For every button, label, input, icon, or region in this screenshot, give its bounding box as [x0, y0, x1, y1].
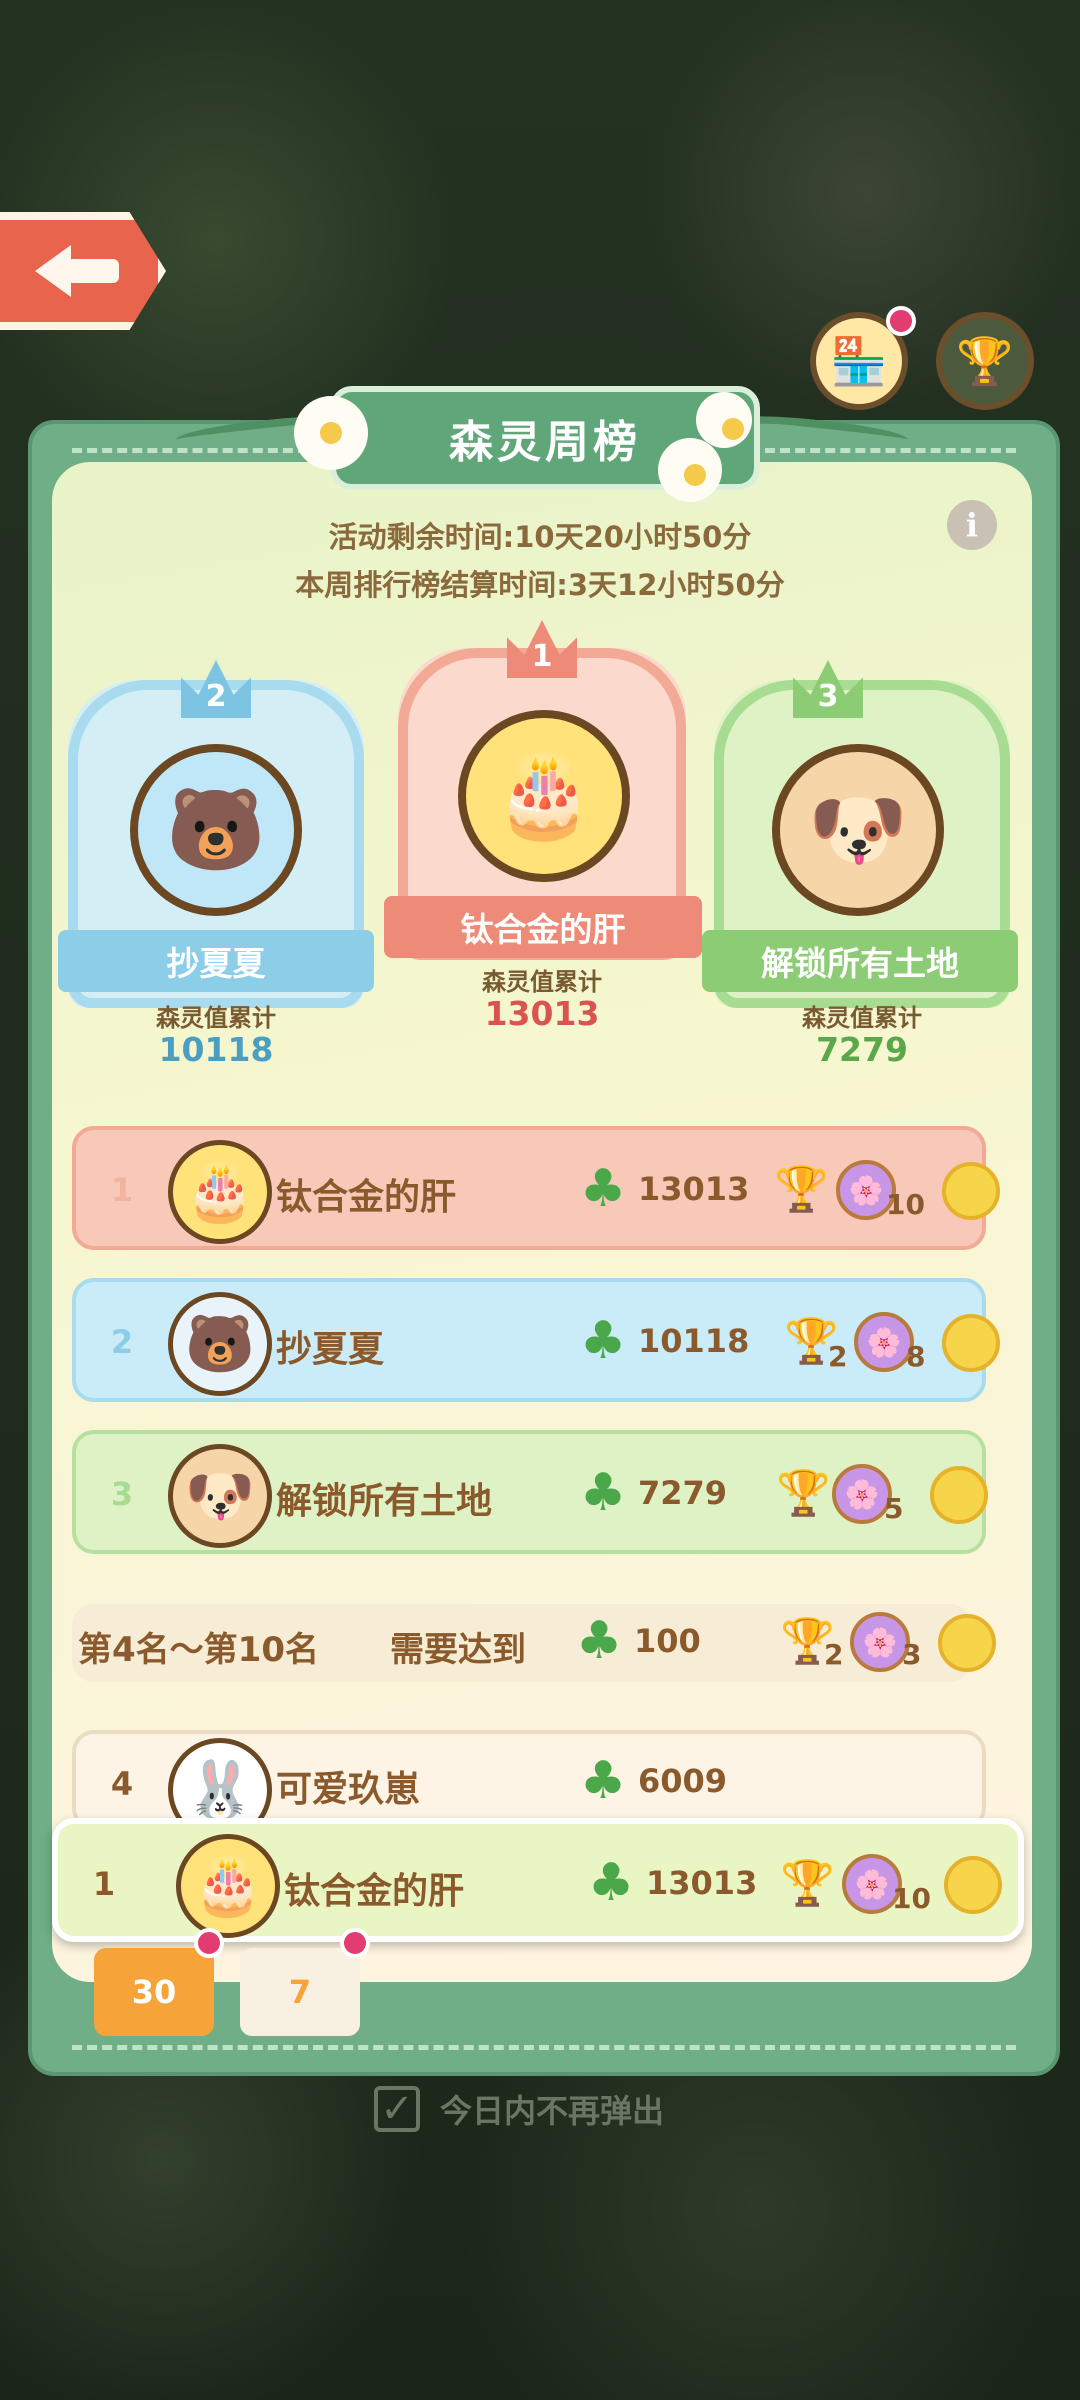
my-rank-row[interactable]: 1 🎂 钛合金的肝 ♣ 13013 🏆 🌸 10	[52, 1818, 1024, 1942]
score-first: 13013	[484, 994, 600, 1033]
notification-dot	[340, 1928, 370, 1958]
flower-icon	[702, 398, 746, 442]
flower-icon	[300, 402, 362, 464]
basket-count: 3	[902, 1638, 922, 1671]
calendar-icon: 30	[131, 1973, 177, 2011]
rank-number: 2	[110, 1323, 134, 1361]
rank-row-1[interactable]: 1 🎂 钛合金的肝 ♣ 13013 🏆 🌸 10	[72, 1126, 1000, 1250]
player-score: 13013	[638, 1170, 750, 1208]
settlement-time: 本周排行榜结算时间:3天12小时50分	[295, 568, 785, 602]
basket-count: 10	[892, 1882, 931, 1915]
player-score: 13013	[646, 1864, 758, 1902]
clover-icon: ♣	[587, 1853, 635, 1913]
score-third: 7279	[816, 1030, 908, 1069]
cup-count: 2	[824, 1638, 844, 1671]
basket-count: 8	[906, 1340, 926, 1373]
coin-icon	[942, 1162, 1000, 1220]
name-ribbon-second: 抄夏夏	[58, 930, 374, 992]
clover-icon: ♣	[579, 1751, 627, 1811]
checkbox-icon[interactable]: ✓	[374, 2086, 420, 2132]
avatar: 🐻	[168, 1292, 272, 1396]
avatar: 🎂	[176, 1834, 280, 1938]
back-arrow-icon	[35, 241, 123, 301]
cup-icon: 🏆	[780, 1858, 835, 1909]
avatar-first: 🎂	[458, 710, 630, 882]
tab-monthly[interactable]: 30	[94, 1948, 214, 2036]
tier-range: 第4名～第10名	[78, 1630, 319, 1670]
tab-weekly[interactable]: 7	[240, 1948, 360, 2036]
rank-number: 1	[92, 1865, 116, 1903]
clover-icon: ♣	[579, 1463, 627, 1523]
player-score: 6009	[638, 1762, 728, 1800]
coin-icon	[944, 1856, 1002, 1914]
avatar: 🎂	[168, 1140, 272, 1244]
player-name: 钛合金的肝	[284, 1871, 465, 1912]
clover-icon: ♣	[579, 1311, 627, 1371]
score-label-third: 森灵值累计	[802, 1004, 922, 1032]
basket-count: 10	[886, 1188, 925, 1221]
cup-icon: 🏆	[784, 1316, 839, 1367]
coin-icon	[930, 1466, 988, 1524]
tier-score: 100	[634, 1622, 701, 1660]
flower-icon	[664, 444, 716, 496]
basket-icon: 🌸	[854, 1312, 914, 1372]
avatar: 🐶	[168, 1444, 272, 1548]
coin-icon	[942, 1314, 1000, 1372]
avatar-third: 🐶	[772, 744, 944, 916]
player-name: 抄夏夏	[276, 1329, 385, 1370]
avatar-second: 🐻	[130, 744, 302, 916]
trophy-icon[interactable]: 🏆	[936, 312, 1034, 410]
rank-row-2[interactable]: 2 🐻 抄夏夏 ♣ 10118 🏆 2 🌸 8	[72, 1278, 1000, 1402]
dont-show-label: 今日内不再弹出	[440, 2092, 665, 2130]
rank-number: 1	[110, 1171, 134, 1209]
score-second: 10118	[158, 1030, 274, 1069]
rank-row-4[interactable]: 4 🐰 可爱玖崽 ♣ 6009	[72, 1730, 986, 1842]
tier-need: 需要达到	[390, 1630, 526, 1670]
cup-icon: 🏆	[780, 1616, 835, 1667]
dont-show-today[interactable]: ✓ 今日内不再弹出	[374, 2086, 664, 2132]
coin-icon	[938, 1614, 996, 1672]
cup-count: 2	[828, 1340, 848, 1373]
player-score: 7279	[638, 1474, 728, 1512]
rank-row-3[interactable]: 3 🐶 解锁所有土地 ♣ 7279 🏆 🌸 5	[72, 1430, 988, 1554]
panel-dash-bottom	[72, 2045, 1016, 2050]
player-score: 10118	[638, 1322, 750, 1360]
basket-icon: 🌸	[832, 1464, 892, 1524]
cup-icon: 🏆	[776, 1468, 831, 1519]
player-name: 可爱玖崽	[276, 1769, 421, 1810]
cup-icon: 🏆	[774, 1164, 829, 1215]
name-ribbon-third: 解锁所有土地	[702, 930, 1018, 992]
rank-number: 3	[110, 1475, 134, 1513]
calendar-icon: 7	[288, 1973, 312, 2011]
notification-dot	[886, 306, 916, 336]
score-label-first: 森灵值累计	[482, 968, 602, 996]
player-name: 钛合金的肝	[276, 1177, 457, 1218]
clover-icon: ♣	[579, 1159, 627, 1219]
remaining-time: 活动剩余时间:10天20小时50分	[328, 520, 752, 554]
notification-dot	[194, 1928, 224, 1958]
player-name: 解锁所有土地	[276, 1481, 493, 1522]
score-label-second: 森灵值累计	[156, 1004, 276, 1032]
basket-count: 5	[884, 1492, 904, 1525]
name-ribbon-first: 钛合金的肝	[384, 896, 702, 958]
rank-number: 4	[110, 1765, 134, 1803]
tier-row: 第4名～第10名 需要达到 ♣ 100 🏆 2 🌸 3	[72, 1604, 996, 1682]
clover-icon: ♣	[575, 1611, 623, 1671]
basket-icon: 🌸	[850, 1612, 910, 1672]
